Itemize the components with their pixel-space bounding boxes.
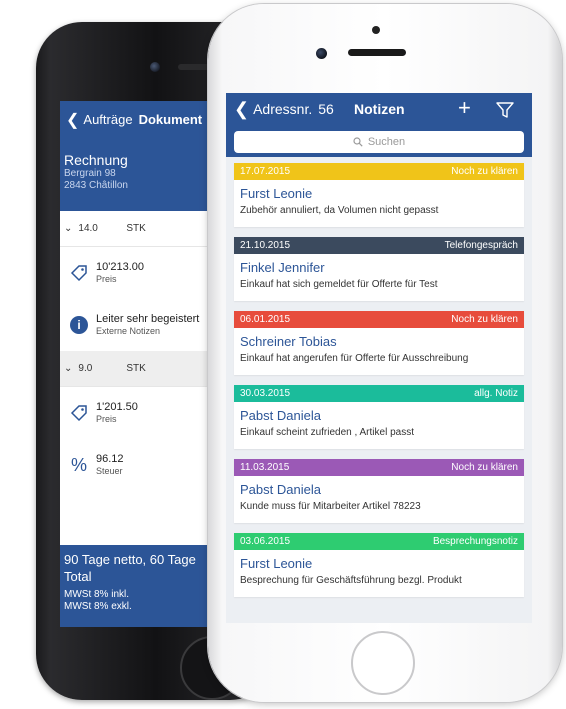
- note-card[interactable]: 30.03.2015 allg. Notiz Pabst Daniela Ein…: [234, 385, 524, 449]
- payment-terms: 90 Tage netto, 60 Tage: [64, 552, 196, 567]
- speaker: [348, 49, 406, 56]
- chevron-down-icon: ⌄: [64, 223, 73, 234]
- contact-name: Pabst Daniela: [240, 408, 321, 423]
- address-line: Bergrain 98: [64, 168, 116, 179]
- note-row[interactable]: i Leiter sehr begeistert Externe Notizen: [60, 299, 230, 351]
- address-city: 2843 Châtillon: [64, 180, 128, 191]
- note-category: Noch zu klären: [451, 166, 518, 177]
- chevron-down-icon: ⌄: [64, 363, 73, 374]
- note-date: 30.03.2015: [240, 388, 291, 399]
- note-category: Noch zu klären: [451, 314, 518, 325]
- contact-name: Furst Leonie: [240, 186, 313, 201]
- price-value: 10'213.00: [96, 261, 144, 273]
- contact-name: Furst Leonie: [240, 556, 313, 571]
- price-row: 10'213.00 Preis: [60, 247, 230, 299]
- note-body: Schreiner Tobias Einkauf hat angerufen f…: [234, 328, 524, 375]
- tax-value: 96.12: [96, 453, 124, 465]
- price-value: 1'201.50: [96, 401, 138, 413]
- vat-incl: MWSt 8% inkl.: [64, 589, 130, 600]
- quantity: 9.0: [78, 363, 93, 374]
- quantity: 14.0: [78, 223, 98, 234]
- price-label: Preis: [96, 274, 117, 284]
- note-body: Furst Leonie Besprechung für Geschäftsfü…: [234, 550, 524, 597]
- note-date: 06.01.2015: [240, 314, 291, 325]
- search-icon: [353, 137, 363, 147]
- note-category: Telefongespräch: [444, 240, 518, 251]
- line-item-row[interactable]: ⌄ 14.0 STK: [60, 211, 230, 247]
- note-body: Pabst Daniela Einkauf scheint zufrieden …: [234, 402, 524, 449]
- note-date: 03.06.2015: [240, 536, 291, 547]
- proximity-sensor: [372, 26, 380, 34]
- note-category: Besprechungsnotiz: [432, 536, 518, 547]
- info-icon: i: [70, 316, 88, 334]
- back-phone-screen: ❮ Aufträge Dokument Rechnung Bergrain 98…: [60, 101, 230, 627]
- totals-footer: 90 Tage netto, 60 Tage Total MWSt 8% ink…: [60, 545, 230, 627]
- camera: [150, 62, 160, 72]
- contact-name: Finkel Jennifer: [240, 260, 325, 275]
- contact-name: Pabst Daniela: [240, 482, 321, 497]
- chevron-left-icon[interactable]: ❮: [66, 110, 79, 130]
- front-phone-screen: ❮ Adressnr. 56 Notizen + Suchen 17.07.20…: [226, 93, 532, 623]
- note-header: 11.03.2015 Noch zu klären: [234, 459, 524, 476]
- search-input[interactable]: Suchen: [234, 131, 524, 153]
- search-placeholder: Suchen: [367, 136, 406, 148]
- note-text: Einkauf hat sich gemeldet für Offerte fü…: [240, 279, 438, 290]
- price-tag-icon: [68, 402, 90, 424]
- note-text: Zubehör annuliert, da Volumen nicht gepa…: [240, 205, 439, 216]
- contact-name: Schreiner Tobias: [240, 334, 337, 349]
- back-label: Adressnr.: [253, 101, 313, 117]
- note-header: 21.10.2015 Telefongespräch: [234, 237, 524, 254]
- note-category: Noch zu klären: [451, 462, 518, 473]
- notes-list: 17.07.2015 Noch zu klären Furst Leonie Z…: [226, 157, 532, 597]
- note-text: Einkauf scheint zufrieden , Artikel pass…: [240, 427, 414, 438]
- note-text: Kunde muss für Mitarbeiter Artikel 78223: [240, 501, 421, 512]
- note-label: Externe Notizen: [96, 326, 161, 336]
- camera: [316, 48, 327, 59]
- tax-row: % 96.12 Steuer: [60, 439, 230, 491]
- note-text: Einkauf hat angerufen für Offerte für Au…: [240, 353, 469, 364]
- note-body: Finkel Jennifer Einkauf hat sich gemelde…: [234, 254, 524, 301]
- page-title: Notizen: [354, 101, 405, 117]
- filter-icon[interactable]: [494, 99, 516, 121]
- search-bar: Suchen: [226, 127, 532, 157]
- back-button[interactable]: Aufträge: [83, 112, 132, 127]
- vat-excl: MWSt 8% exkl.: [64, 601, 132, 612]
- note-header: 17.07.2015 Noch zu klären: [234, 163, 524, 180]
- note-card[interactable]: 03.06.2015 Besprechungsnotiz Furst Leoni…: [234, 533, 524, 597]
- note-header: 30.03.2015 allg. Notiz: [234, 385, 524, 402]
- chevron-left-icon: ❮: [234, 99, 250, 119]
- percent-icon: %: [70, 454, 87, 475]
- note-category: allg. Notiz: [474, 388, 518, 399]
- price-label: Preis: [96, 414, 117, 424]
- plus-icon[interactable]: +: [458, 96, 471, 120]
- note-body: Pabst Daniela Kunde muss für Mitarbeiter…: [234, 476, 524, 523]
- note-text: Besprechung für Geschäftsführung bezgl. …: [240, 575, 462, 586]
- nav-bar: ❮ Aufträge Dokument: [60, 101, 230, 138]
- home-button[interactable]: [351, 631, 415, 695]
- document-type: Rechnung: [64, 152, 128, 168]
- note-header: 03.06.2015 Besprechungsnotiz: [234, 533, 524, 550]
- note-date: 17.07.2015: [240, 166, 291, 177]
- document-header: Rechnung Bergrain 98 2843 Châtillon: [60, 138, 230, 211]
- address-number: 56: [318, 101, 334, 117]
- unit: STK: [126, 223, 146, 234]
- page-title: Dokument: [138, 112, 203, 127]
- note-card[interactable]: 17.07.2015 Noch zu klären Furst Leonie Z…: [234, 163, 524, 227]
- price-tag-icon: [68, 262, 90, 284]
- note-text: Leiter sehr begeistert: [96, 313, 200, 325]
- nav-bar: ❮ Adressnr. 56 Notizen +: [226, 93, 532, 127]
- note-body: Furst Leonie Zubehör annuliert, da Volum…: [234, 180, 524, 227]
- price-row: 1'201.50 Preis: [60, 387, 230, 439]
- note-card[interactable]: 06.01.2015 Noch zu klären Schreiner Tobi…: [234, 311, 524, 375]
- line-item-row[interactable]: ⌄ 9.0 STK: [60, 351, 230, 387]
- note-date: 11.03.2015: [240, 462, 290, 473]
- note-card[interactable]: 21.10.2015 Telefongespräch Finkel Jennif…: [234, 237, 524, 301]
- note-header: 06.01.2015 Noch zu klären: [234, 311, 524, 328]
- note-date: 21.10.2015: [240, 240, 291, 251]
- unit: STK: [126, 363, 146, 374]
- tax-label: Steuer: [96, 466, 123, 476]
- back-button[interactable]: ❮ Adressnr. 56: [234, 99, 334, 119]
- note-card[interactable]: 11.03.2015 Noch zu klären Pabst Daniela …: [234, 459, 524, 523]
- total-label: Total: [64, 569, 92, 584]
